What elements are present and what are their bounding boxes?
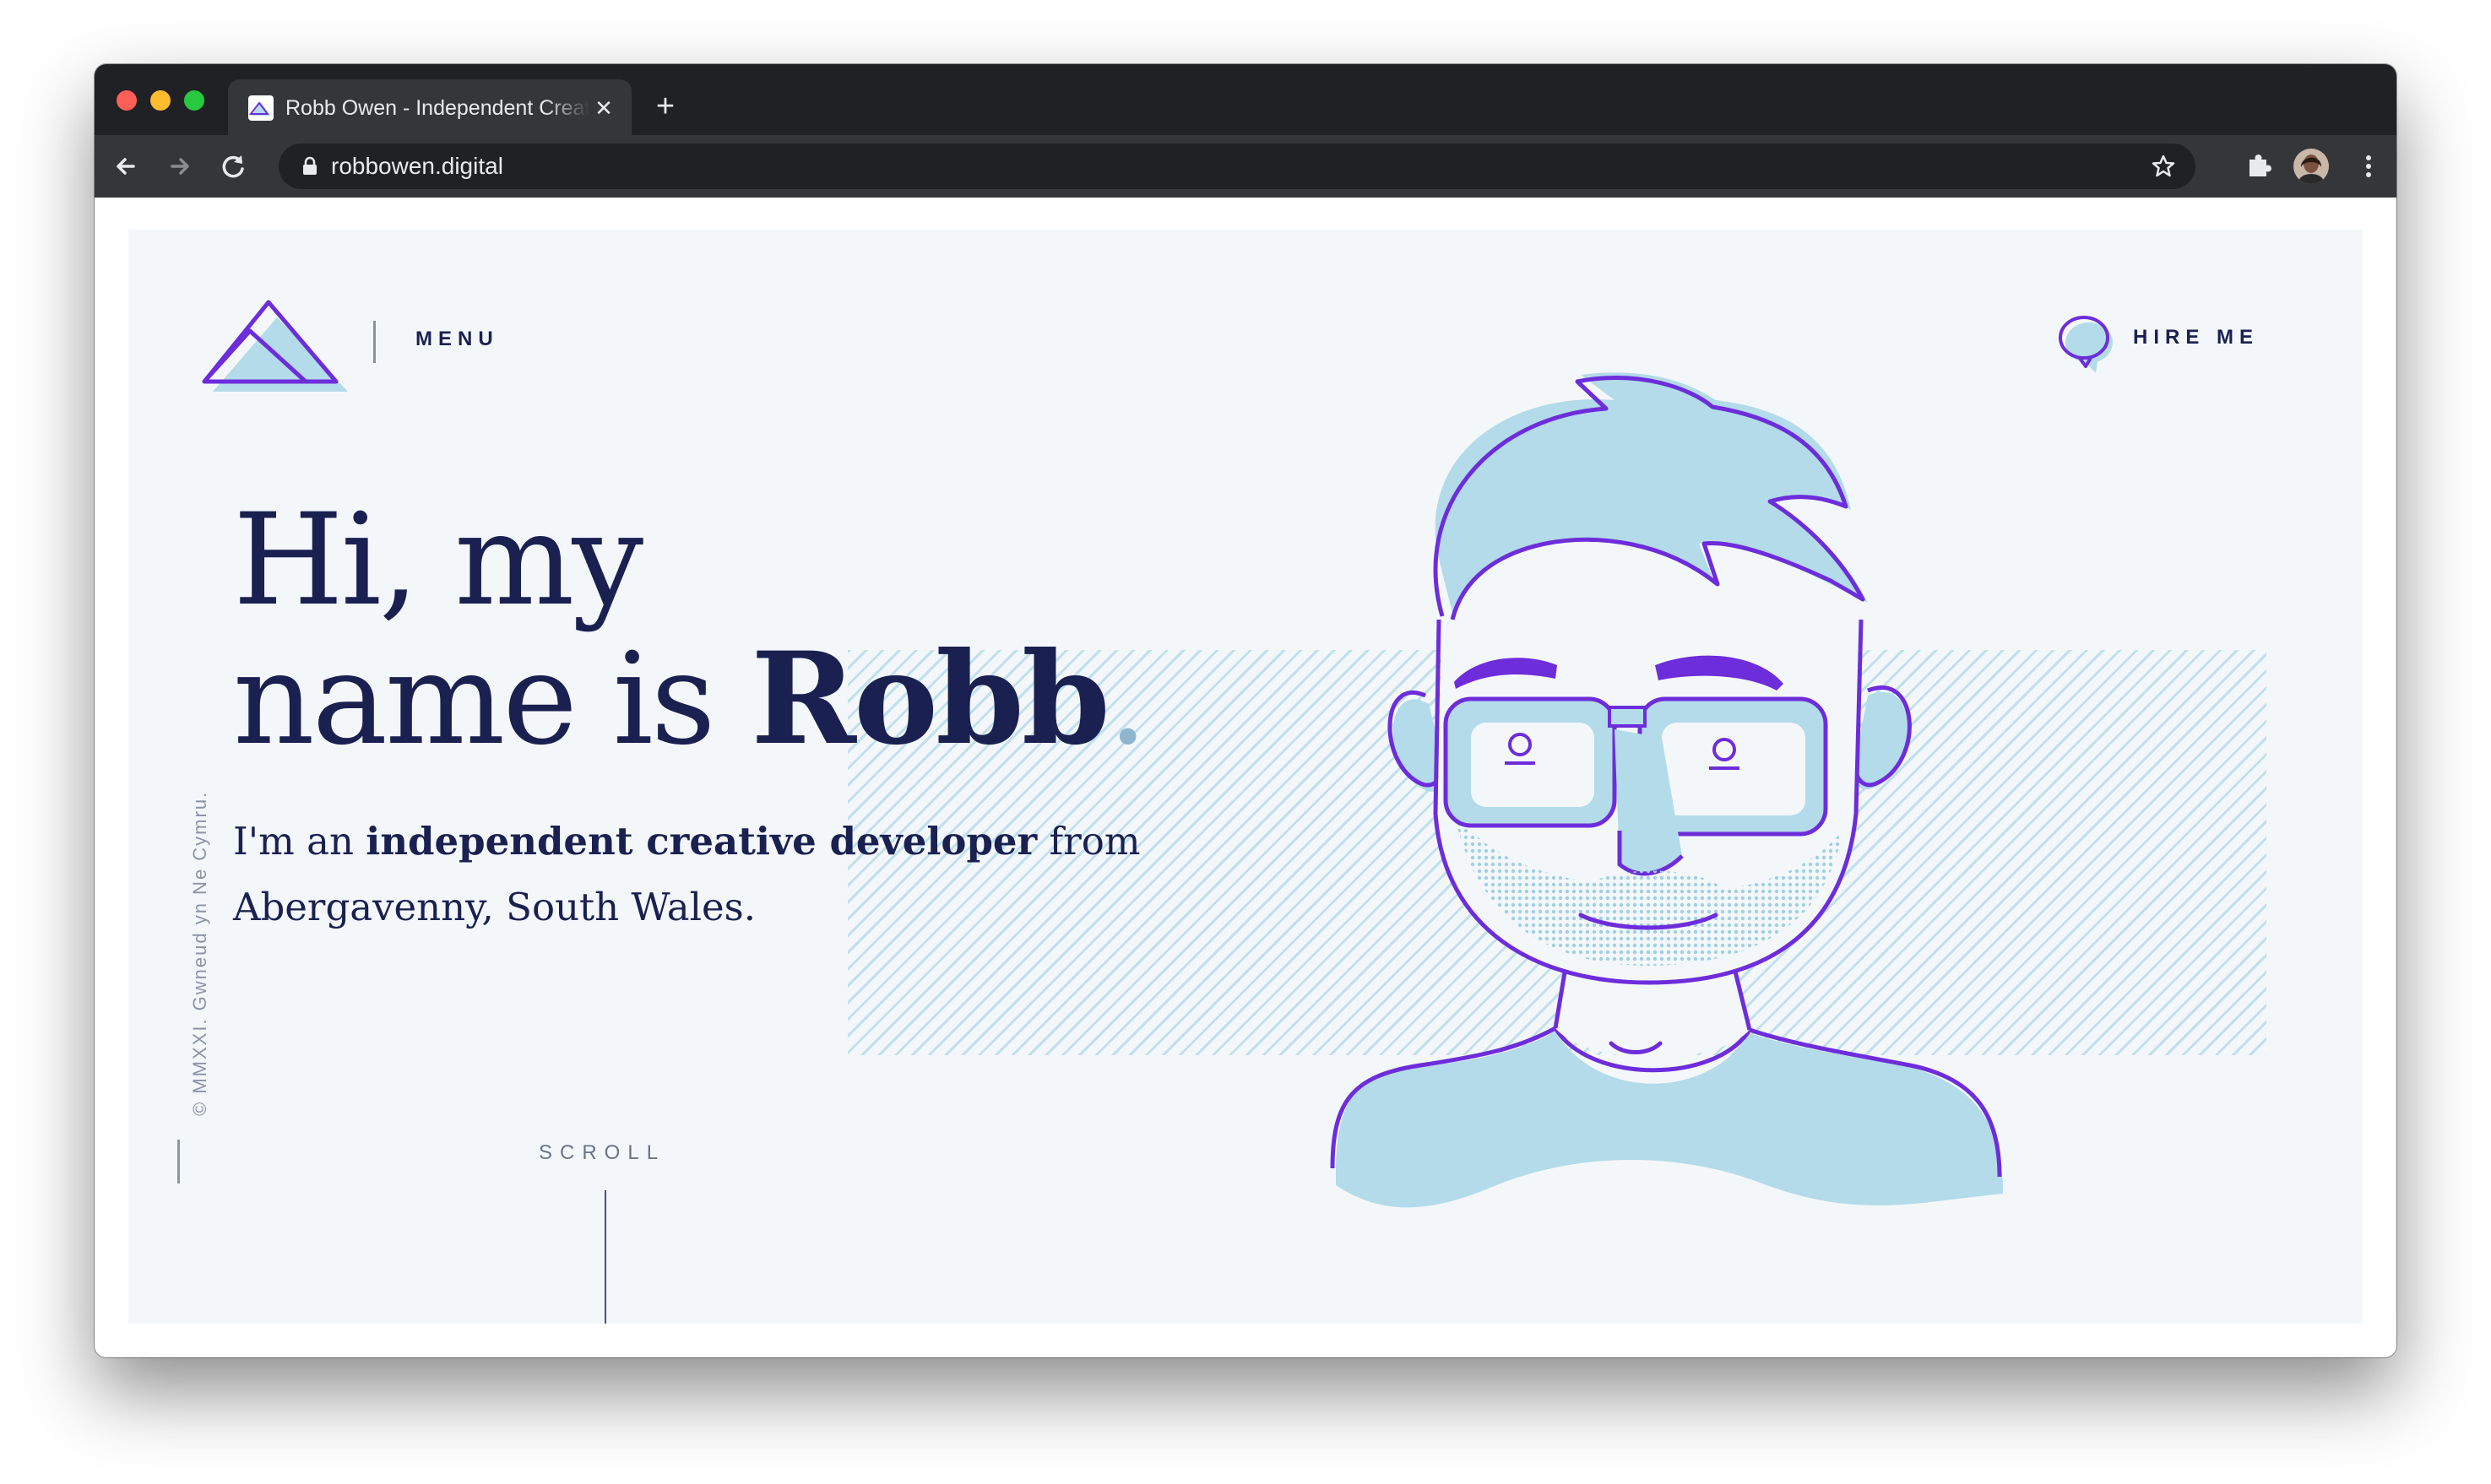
bookmark-star-icon[interactable] xyxy=(2150,153,2177,180)
copyright-text: © MMXXI. Gwneud yn Ne Cymru. xyxy=(189,790,210,1116)
close-window-button[interactable] xyxy=(117,90,137,111)
browser-tab-strip: Robb Owen - Independent Creative Develop… xyxy=(95,64,2396,198)
minimize-window-button[interactable] xyxy=(150,90,171,111)
browser-window: Robb Owen - Independent Creative Develop… xyxy=(95,64,2396,1357)
tab-title: Robb Owen - Independent Creative Develop… xyxy=(285,96,589,120)
reload-icon[interactable] xyxy=(216,149,252,184)
menu-divider xyxy=(373,321,376,363)
url-text: robbowen.digital xyxy=(331,153,503,179)
new-tab-button[interactable]: + xyxy=(649,89,682,123)
hire-me-label: HIRE ME xyxy=(2133,326,2260,349)
browser-menu-icon[interactable] xyxy=(2351,149,2386,184)
profile-avatar[interactable] xyxy=(2293,149,2329,184)
lock-icon xyxy=(303,156,317,175)
intro-emphasis: independent creative developer xyxy=(366,819,1038,864)
copyright-line xyxy=(177,1140,180,1183)
hire-me-button[interactable]: HIRE ME xyxy=(2057,314,2277,375)
hero-section: MENU HIRE ME Hi, my name is Robb. I'm an… xyxy=(128,230,2363,1324)
browser-toolbar: robbowen.digital xyxy=(95,135,2396,198)
site-logo[interactable] xyxy=(201,279,353,397)
scroll-indicator-line xyxy=(605,1190,606,1324)
maximize-window-button[interactable] xyxy=(184,90,204,111)
headline-line-1: Hi, my xyxy=(233,487,643,634)
headline-dot: . xyxy=(1107,626,1148,773)
tab-close-icon[interactable]: ✕ xyxy=(591,95,616,121)
scroll-indicator-label[interactable]: SCROLL xyxy=(539,1141,665,1165)
headline-name: Robb xyxy=(751,625,1110,773)
intro-text: I'm an independent creative developer fr… xyxy=(233,809,1145,940)
headline-line-2: name is xyxy=(233,626,752,773)
speech-bubble-icon xyxy=(2059,316,2113,373)
extensions-puzzle-icon[interactable] xyxy=(2243,149,2275,181)
browser-tab[interactable]: Robb Owen - Independent Creative Develop… xyxy=(228,79,632,135)
site-favicon-icon xyxy=(248,95,274,121)
menu-button[interactable]: MENU xyxy=(415,328,499,351)
intro-prefix: I'm an xyxy=(233,819,366,864)
address-bar[interactable]: robbowen.digital xyxy=(279,144,2195,189)
robb-portrait-illustration xyxy=(1330,372,2003,1208)
hero-headline: Hi, my name is Robb. xyxy=(233,491,1148,769)
forward-arrow-icon[interactable] xyxy=(162,149,198,184)
page-viewport: MENU HIRE ME Hi, my name is Robb. I'm an… xyxy=(95,198,2396,1357)
back-arrow-icon[interactable] xyxy=(108,149,144,184)
